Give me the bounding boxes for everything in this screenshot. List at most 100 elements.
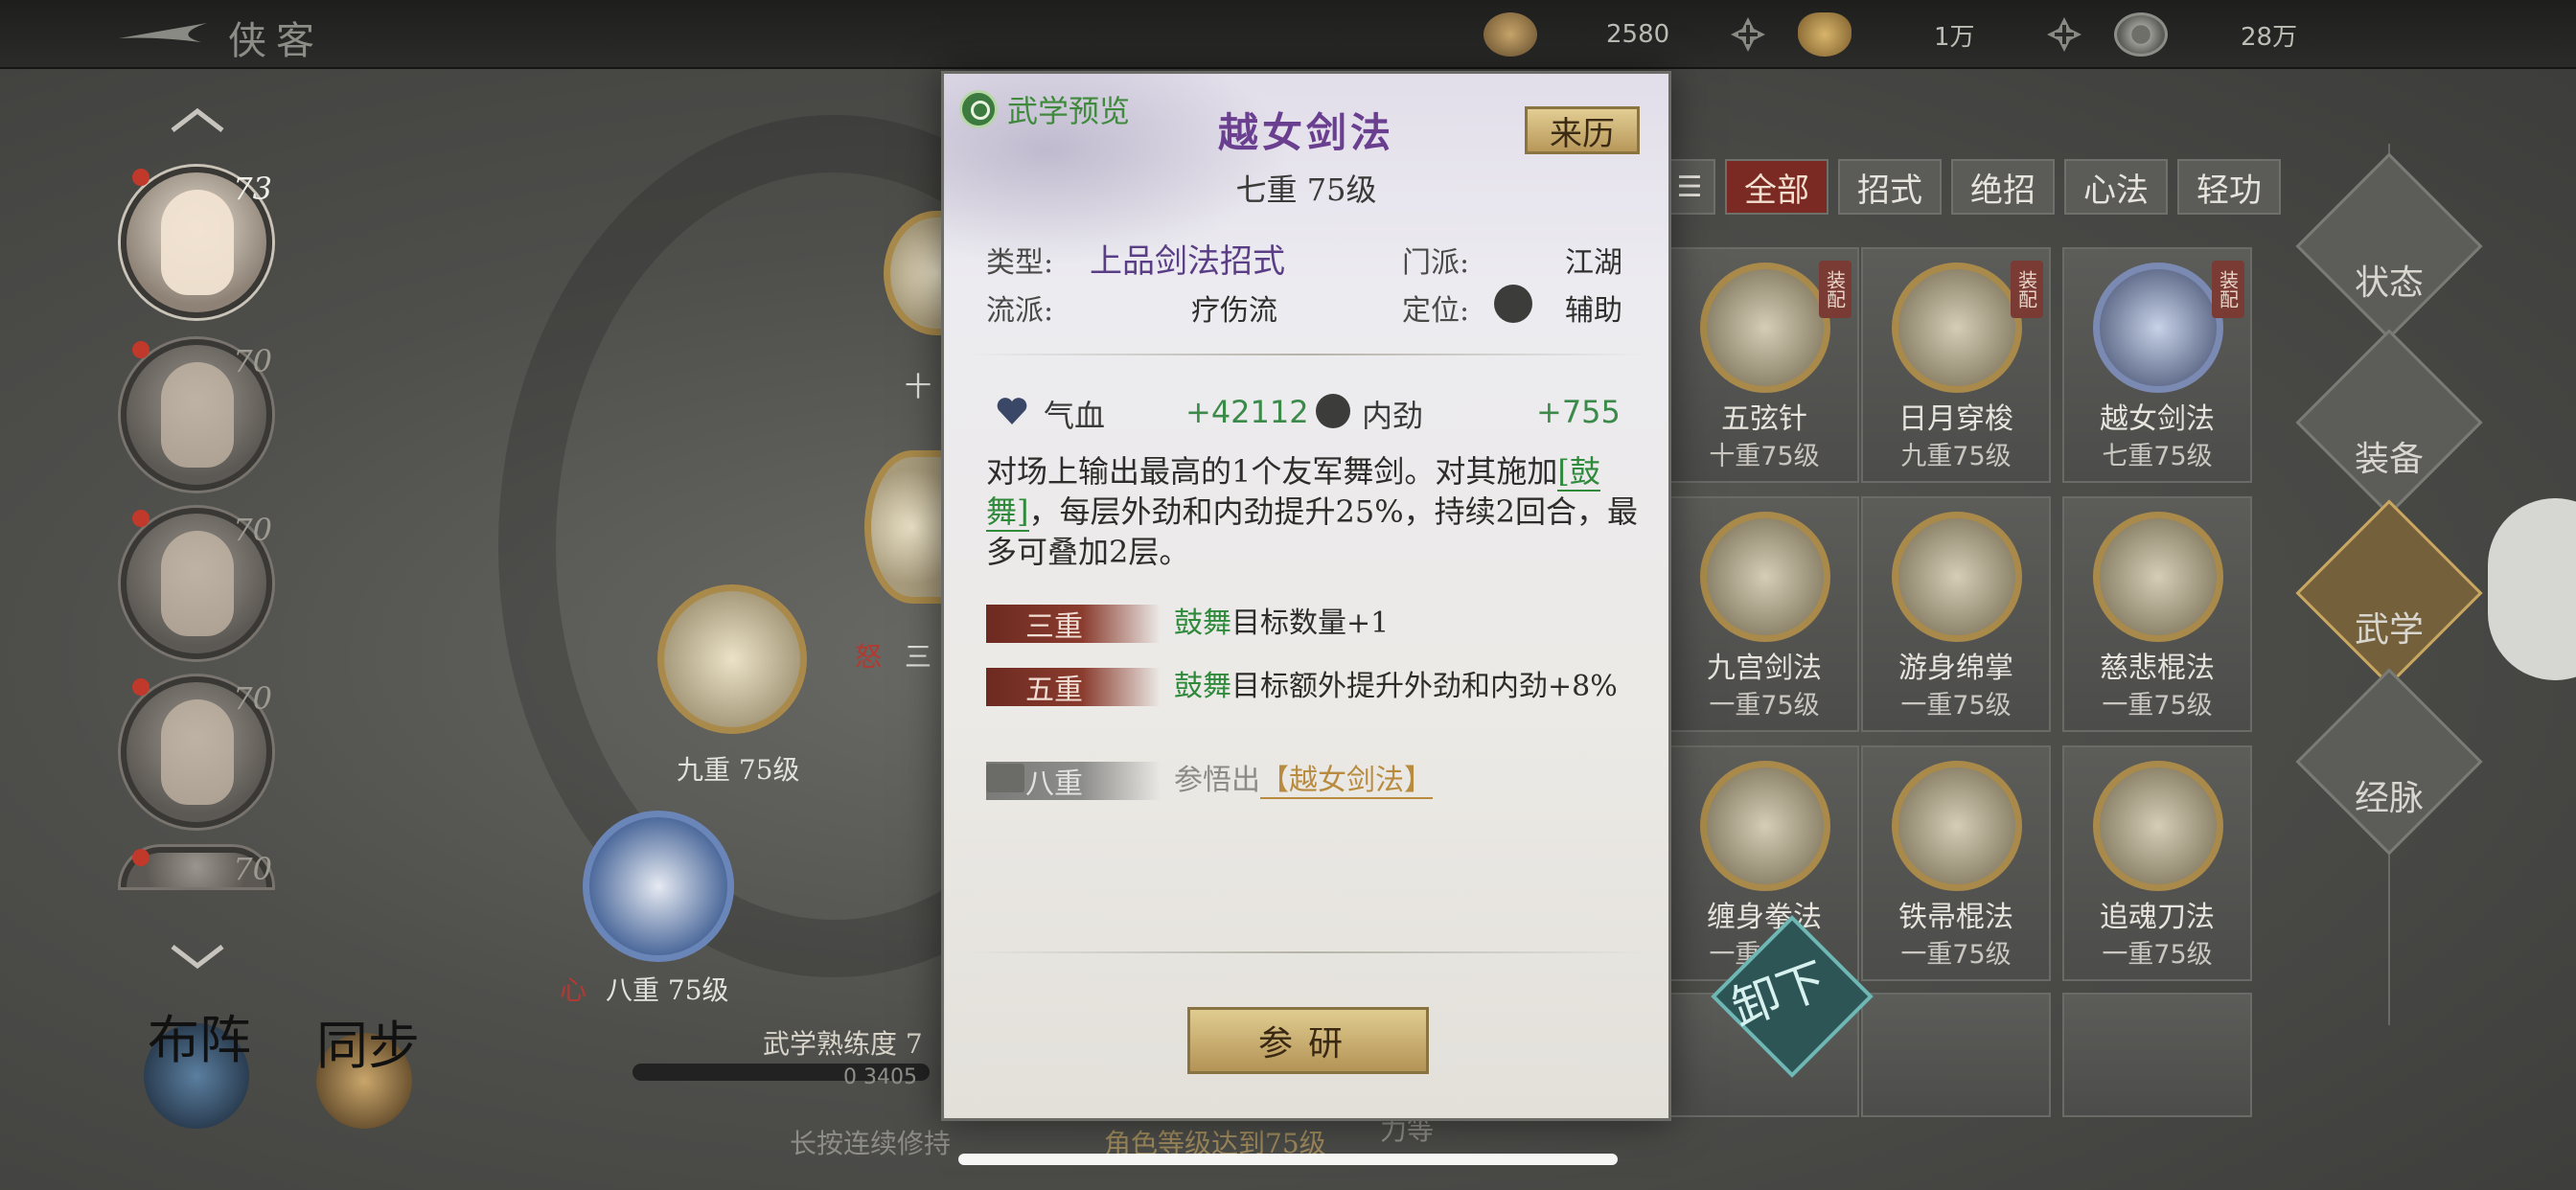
character-level: 70 [233,512,272,548]
skill-emblem-icon [2093,761,2223,891]
type-value: 上品剑法招式 [1090,242,1285,281]
skill-emblem-icon [1700,512,1830,642]
stat-inner-value: +755 [1536,394,1621,430]
nav-equipment-button[interactable] [2295,329,2483,516]
skill-card[interactable]: 装配 日月穿梭 九重75级 [1861,247,2051,483]
tab-moves[interactable]: 招式 [1838,159,1942,215]
tab-lightness[interactable]: 轻功 [2177,159,2281,215]
skill-card-level: 十重75级 [1709,442,1820,471]
tier-8-desc: 参悟出 [1174,764,1260,797]
character-slot-4[interactable]: 70 [121,676,272,828]
skill-card-level: 一重75级 [2102,940,2213,970]
skill-card[interactable]: 装配 越女剑法 七重75级 [2062,247,2252,483]
heart-icon [997,398,1027,424]
stat-inner-name: 内劲 [1362,398,1424,434]
character-level: 70 [233,680,272,717]
skill-card[interactable]: 慈悲棍法 一重75级 [2062,496,2252,732]
skill-node-left-label: 九重 75级 [677,754,800,786]
skill-card[interactable] [2062,993,2252,1117]
character-portrait [161,190,234,295]
nav-martial-arts-button[interactable] [2295,499,2483,687]
currency-copper [2114,10,2168,59]
tab-ultimate[interactable]: 绝招 [1951,159,2055,215]
study-button[interactable]: 参研 [1187,1007,1429,1074]
skill-card[interactable]: 装配 五弦针 十重75级 [1669,247,1859,483]
origin-button[interactable]: 来历 [1525,106,1640,154]
nav-martial-arts-label: 武学 [2354,610,2424,650]
character-slot-1[interactable]: 73 [121,167,272,318]
nav-equipment-label: 装备 [2354,440,2424,479]
skill-node-top-label: 十 [905,371,932,402]
skill-card[interactable]: 游身绵掌 一重75级 [1861,496,2051,732]
skill-card-level: 一重75级 [1900,691,2012,721]
skill-node-bottom-prefix: 心 [560,974,587,1006]
character-level: 70 [233,343,272,379]
formation-label: 布阵 [148,1010,251,1070]
top-bar: 侠客 2580 1万 28万 [0,0,2576,69]
tier-5-desc: 目标额外提升外劲和内劲+8% [1231,670,1618,703]
add-leaf-plus-icon[interactable] [1729,15,1767,54]
role-label: 定位: [1402,294,1470,328]
equipped-tag: 装配 [2011,261,2043,318]
add-ingot-plus-icon[interactable] [2045,15,2083,54]
currency-leaf [1484,10,1537,59]
skill-node-left[interactable] [657,584,807,734]
skill-card[interactable]: 追魂刀法 一重75级 [2062,745,2252,981]
skill-card[interactable]: 九宫剑法 一重75级 [1669,496,1859,732]
tier-8-link[interactable]: 【越女剑法】 [1260,764,1433,799]
scroll-up-chevron-icon[interactable] [169,105,226,134]
currency-copper-value: 28万 [2241,22,2298,52]
character-portrait [161,531,234,636]
school-value: 江湖 [1565,246,1622,280]
skill-card[interactable] [1861,993,2051,1117]
notification-dot [132,849,150,866]
notification-dot [132,169,150,186]
leaf-coin-icon [1484,12,1537,57]
character-portrait [161,699,234,805]
tier-8-text: 参悟出【越女剑法】 [1174,762,1634,800]
skill-level: 七重 75级 [1235,172,1377,208]
skill-node-bottom[interactable] [583,811,734,962]
tier-5-text: 鼓舞目标额外提升外劲和内劲+8% [1174,668,1634,706]
skill-card[interactable]: 铁帚棍法 一重75级 [1861,745,2051,981]
notification-dot [132,510,150,527]
skill-card-name: 五弦针 [1721,402,1807,436]
skill-node-bottom-label: 八重 75级 [606,974,729,1006]
notification-dot [132,341,150,358]
character-slot-5[interactable]: 70 [121,847,272,887]
tab-inner-art[interactable]: 心法 [2064,159,2168,215]
formation-button[interactable]: 布阵 [134,1006,259,1131]
school-label: 门派: [1402,246,1470,280]
skill-card-name: 越女剑法 [2100,402,2215,436]
character-slot-2[interactable]: 70 [121,339,272,491]
nav-meridian-button[interactable] [2295,668,2483,856]
skill-card-level: 九重75级 [1900,442,2012,471]
sync-label: 同步 [316,1016,420,1076]
tier-3-text: 鼓舞目标数量+1 [1174,605,1634,643]
skill-emblem-icon [2093,512,2223,642]
nav-status-button[interactable] [2295,152,2483,340]
character-slot-3[interactable]: 70 [121,508,272,659]
back-brush-icon[interactable] [115,17,211,52]
currency-ingot-value: 1万 [1934,22,1975,52]
skill-emblem-icon [1892,512,2022,642]
list-view-icon[interactable]: ☰ [1664,159,1715,215]
skill-node-mid-label: 三 [905,641,932,673]
skill-emblem-icon [1700,263,1830,393]
skill-card-level: 一重75级 [1900,940,2012,970]
character-level: 73 [233,171,272,207]
currency-leaf-value: 2580 [1606,20,1670,49]
character-portrait [161,362,234,468]
proficiency-label: 武学熟练度 7 [763,1028,923,1060]
divider [967,354,1645,355]
sync-button[interactable]: 同步 [303,1012,427,1136]
home-indicator[interactable] [958,1154,1618,1165]
scroll-down-chevron-icon[interactable] [169,943,226,972]
game-screen: 侠客 2580 1万 28万 73 70 70 70 70 布阵 同步 十 怒 … [0,0,2576,1190]
tier-5-ribbon: 五重 [986,668,1161,707]
tab-all[interactable]: 全部 [1725,159,1828,215]
proficiency-value: 0 3405 [843,1065,917,1089]
skill-card-name: 追魂刀法 [2100,901,2215,934]
assistive-touch-button[interactable] [2488,498,2576,680]
skill-node-mid-prefix: 怒 [855,641,883,673]
